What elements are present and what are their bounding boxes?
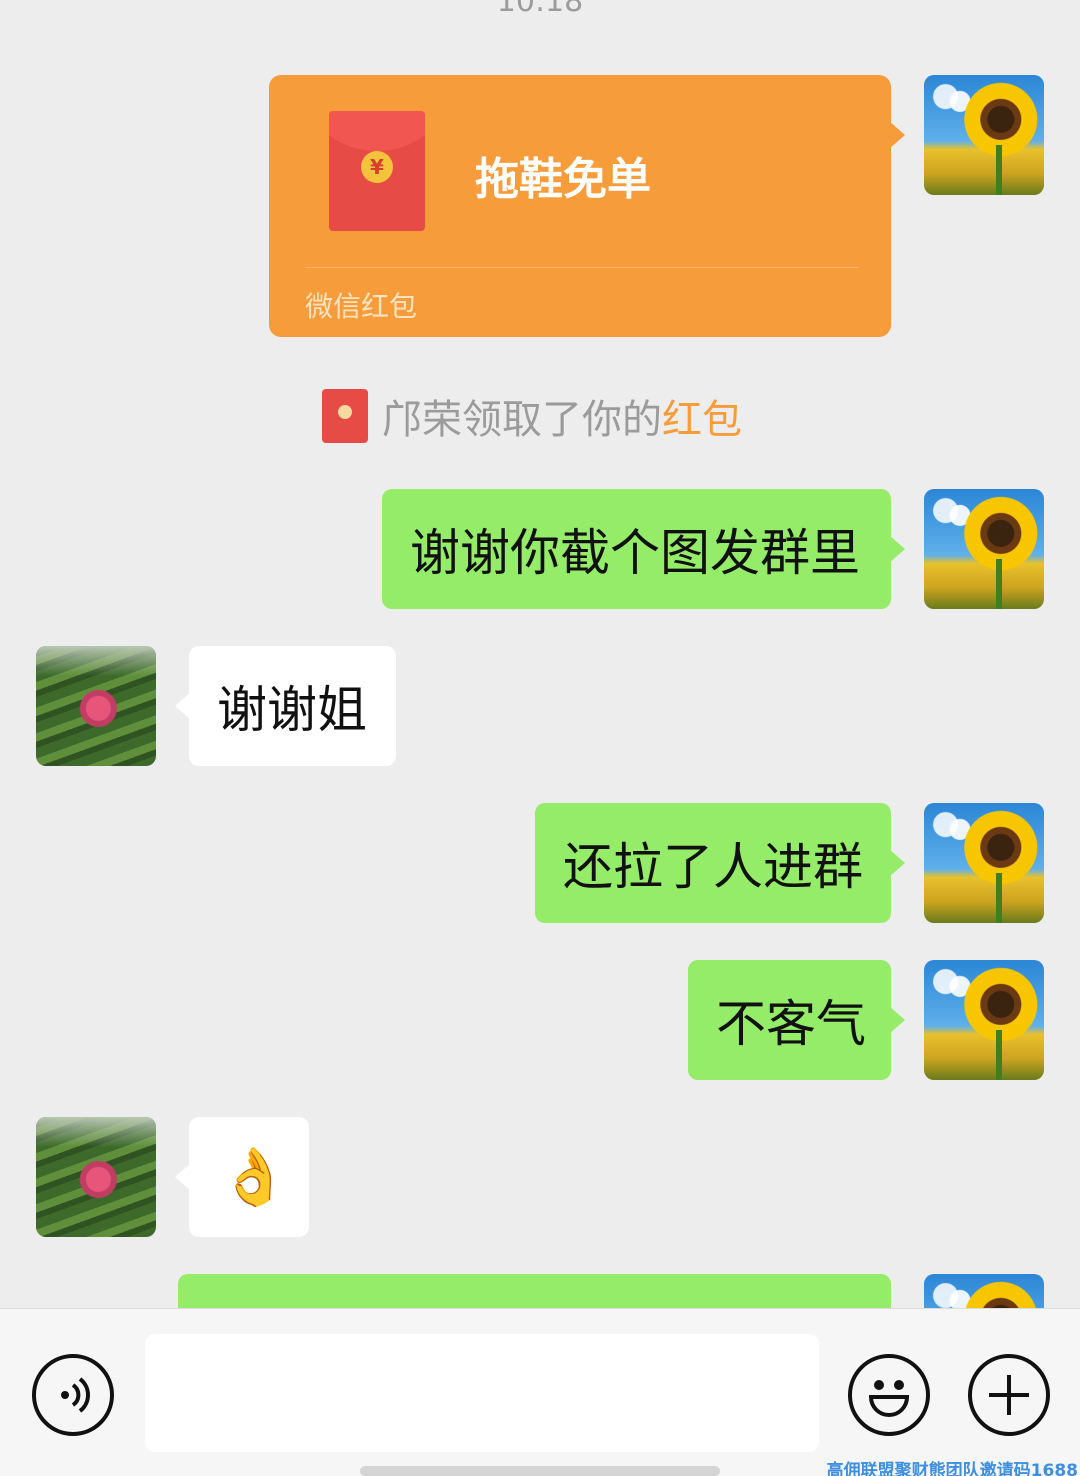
message-text: 谢谢你截个图发群里 <box>410 524 860 582</box>
voice-button[interactable] <box>32 1354 114 1436</box>
more-button[interactable] <box>968 1354 1050 1436</box>
my-avatar[interactable] <box>924 489 1044 609</box>
home-indicator <box>360 1466 720 1476</box>
message-bubble-sent[interactable]: 谢谢你截个图发群里 <box>382 489 905 609</box>
my-avatar[interactable] <box>924 960 1044 1080</box>
emoji-button[interactable] <box>848 1354 930 1436</box>
red-packet-link[interactable]: 红包 <box>662 387 742 445</box>
smiley-icon <box>868 1380 910 1417</box>
message-bubble-received[interactable]: 👌 <box>175 1117 309 1237</box>
message-text: 不客气 <box>716 995 866 1053</box>
input-bar <box>0 1308 1080 1476</box>
timestamp: 10:18 <box>496 0 584 19</box>
message-input[interactable] <box>145 1334 819 1452</box>
red-packet-icon <box>322 389 368 443</box>
divider <box>305 267 859 268</box>
watermark: 高佣联盟聚财熊团队邀请码1688 <box>826 1461 1078 1476</box>
system-notice: 邝荣领取了你的 红包 <box>322 388 742 444</box>
message-bubble-sent[interactable]: 还拉了人进群 <box>535 803 905 923</box>
coin-icon: ¥ <box>361 151 393 183</box>
my-avatar[interactable] <box>924 803 1044 923</box>
contact-avatar[interactable] <box>36 646 156 766</box>
chat-screen: 10:18 ¥ 拖鞋免单 微信红包 邝荣领取了你的 红包 谢谢你截个图发群里 谢… <box>0 0 1080 1476</box>
red-packet-icon: ¥ <box>329 111 425 231</box>
contact-avatar[interactable] <box>36 1117 156 1237</box>
red-packet-title: 拖鞋免单 <box>475 154 651 205</box>
message-text: 谢谢姐 <box>217 681 367 739</box>
voice-icon <box>61 1377 90 1413</box>
red-packet-message[interactable]: ¥ 拖鞋免单 微信红包 <box>269 75 905 337</box>
my-avatar[interactable] <box>924 75 1044 195</box>
message-text: 还拉了人进群 <box>563 838 863 896</box>
plus-icon <box>989 1375 1029 1415</box>
message-bubble-sent[interactable]: 不客气 <box>688 960 905 1080</box>
red-packet-label: 微信红包 <box>305 290 418 323</box>
message-bubble-received[interactable]: 谢谢姐 <box>175 646 396 766</box>
ok-hand-icon: 👌 <box>219 1145 289 1210</box>
system-notice-text: 邝荣领取了你的 <box>382 397 662 443</box>
